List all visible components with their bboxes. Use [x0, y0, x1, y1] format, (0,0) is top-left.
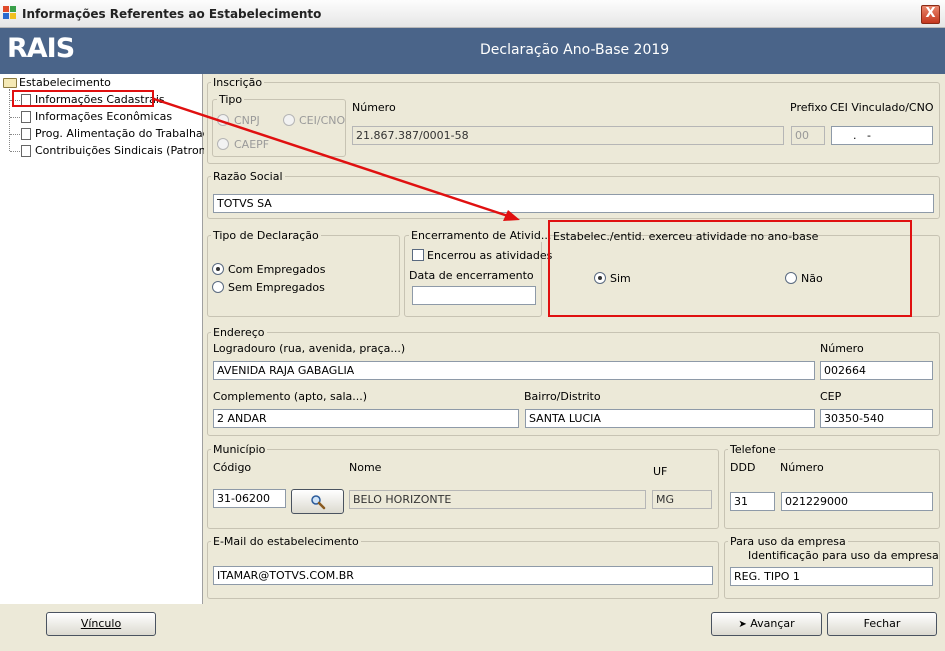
document-icon [21, 145, 31, 157]
encerrou-atividades-label: Encerrou as atividades [427, 249, 553, 262]
nome-municipio-field[interactable]: BELO HORIZONTE [349, 490, 646, 509]
logradouro-field[interactable]: AVENIDA RAJA GABAGLIA [213, 361, 815, 380]
arrow-right-icon: ➤ [738, 619, 747, 630]
bottom-toolbar: Vínculo ➤ Avançar Fechar [0, 604, 945, 651]
cei-vinculado-field[interactable]: . - [831, 126, 933, 145]
identificacao-label: Identificação para uso da empresa [748, 549, 939, 562]
telefone-numero-label: Número [780, 461, 824, 474]
codigo-label: Código [213, 461, 252, 474]
vinculo-button-label: Vínculo [80, 617, 122, 630]
prefixo-field[interactable]: 00 [791, 126, 825, 145]
telefone-numero-field[interactable]: 021229000 [781, 492, 933, 511]
data-encerramento-field[interactable] [412, 286, 536, 305]
page-title: Declaração Ano-Base 2019 [480, 42, 670, 58]
app-icon [3, 6, 17, 20]
radio-sem-empregados-label: Sem Empregados [228, 281, 325, 294]
radio-com-empregados[interactable] [212, 263, 224, 275]
prefixo-label: Prefixo [790, 101, 828, 114]
nome-municipio-label: Nome [349, 461, 382, 474]
tipo-group [212, 99, 346, 157]
tree-connector [10, 151, 20, 152]
radio-cei-cno[interactable] [283, 114, 295, 126]
tipo-declaracao-legend: Tipo de Declaração [211, 229, 321, 242]
document-icon [21, 128, 31, 140]
codigo-municipio-field[interactable]: 31-06200 [213, 489, 286, 508]
fechar-button-label: Fechar [863, 617, 901, 630]
avancar-button[interactable]: ➤ Avançar [711, 612, 822, 636]
logradouro-label: Logradouro (rua, avenida, praça...) [213, 342, 406, 355]
folder-icon [3, 78, 17, 88]
encerramento-legend: Encerramento de Ativid... [409, 229, 554, 242]
numero-inscricao-field[interactable]: 21.867.387/0001-58 [352, 126, 784, 145]
rais-logo: RAIS [7, 33, 75, 64]
municipio-legend: Município [211, 443, 268, 456]
ddd-label: DDD [730, 461, 756, 474]
navigation-tree: Estabelecimento Informações Cadastrais I… [0, 74, 225, 604]
tree-connector [9, 89, 10, 151]
tipo-legend: Tipo [217, 93, 245, 106]
close-button[interactable]: X [921, 5, 940, 24]
cei-vinculado-label: CEI Vinculado/CNO [830, 101, 934, 114]
endereco-numero-label: Número [820, 342, 864, 355]
tree-connector [10, 134, 20, 135]
uf-label: UF [653, 465, 668, 478]
cep-label: CEP [820, 390, 842, 403]
radio-cnpj[interactable] [217, 114, 229, 126]
title-bar: Informações Referentes ao Estabeleciment… [0, 0, 945, 28]
tipo-declaracao-group [207, 235, 400, 317]
numero-label: Número [352, 101, 396, 114]
radio-caepf[interactable] [217, 138, 229, 150]
annotation-highlight-atividade [548, 220, 912, 317]
avancar-button-label: Avançar [750, 617, 795, 630]
tree-item-contribuicoes-sindicais[interactable]: Contribuições Sindicais (Patronais) [35, 144, 225, 157]
tree-connector [10, 117, 20, 118]
razao-social-field[interactable]: TOTVS SA [213, 194, 934, 213]
telefone-legend: Telefone [728, 443, 778, 456]
complemento-label: Complemento (apto, sala...) [213, 390, 368, 403]
endereco-numero-field[interactable]: 002664 [820, 361, 933, 380]
razao-social-legend: Razão Social [211, 170, 285, 183]
tree-root-estabelecimento[interactable]: Estabelecimento [19, 76, 111, 89]
encerrou-atividades-checkbox[interactable] [412, 249, 424, 261]
uf-field[interactable]: MG [652, 490, 712, 509]
data-encerramento-label: Data de encerramento [409, 269, 534, 282]
document-icon [21, 111, 31, 123]
main-form: Inscrição Tipo CNPJ CEI/CNO CAEPF Número… [204, 74, 945, 604]
identificacao-field[interactable]: REG. TIPO 1 [730, 567, 933, 586]
fechar-button[interactable]: Fechar [827, 612, 937, 636]
radio-sem-empregados[interactable] [212, 281, 224, 293]
ddd-field[interactable]: 31 [730, 492, 775, 511]
endereco-legend: Endereço [211, 326, 267, 339]
tree-item-prog-alimentacao[interactable]: Prog. Alimentação do Trabalhador [35, 127, 221, 140]
annotation-highlight-tree [12, 90, 154, 107]
search-municipio-button[interactable] [291, 489, 344, 514]
tree-item-informacoes-economicas[interactable]: Informações Econômicas [35, 110, 172, 123]
radio-cnpj-label: CNPJ [234, 114, 260, 127]
radio-cei-cno-label: CEI/CNO [299, 114, 346, 127]
magnifier-icon [310, 495, 325, 510]
email-field[interactable]: ITAMAR@TOTVS.COM.BR [213, 566, 713, 585]
email-legend: E-Mail do estabelecimento [211, 535, 361, 548]
bairro-label: Bairro/Distrito [524, 390, 601, 403]
uso-empresa-legend: Para uso da empresa [728, 535, 848, 548]
inscricao-legend: Inscrição [211, 76, 265, 89]
radio-com-empregados-label: Com Empregados [228, 263, 326, 276]
bairro-field[interactable]: SANTA LUCIA [525, 409, 815, 428]
cep-field[interactable]: 30350-540 [820, 409, 933, 428]
window-title: Informações Referentes ao Estabeleciment… [22, 7, 322, 21]
radio-caepf-label: CAEPF [234, 138, 270, 151]
complemento-field[interactable]: 2 ANDAR [213, 409, 519, 428]
vinculo-button[interactable]: Vínculo [46, 612, 156, 636]
header-banner: RAIS Declaração Ano-Base 2019 [0, 28, 945, 74]
telefone-group [724, 449, 940, 529]
